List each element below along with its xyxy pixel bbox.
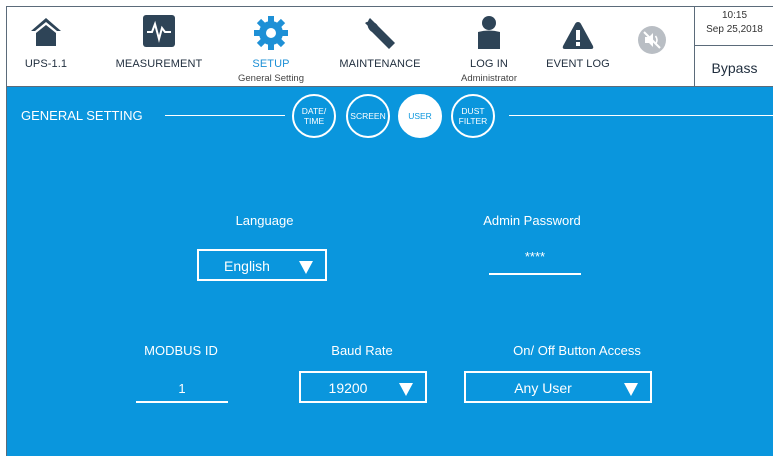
section-line-left	[165, 115, 285, 116]
chevron-down-icon	[624, 383, 638, 396]
tab-user[interactable]: USER	[398, 94, 442, 138]
admin-password-label: Admin Password	[483, 213, 581, 228]
waveform-icon	[143, 15, 175, 52]
nav-ups[interactable]: UPS-1.1	[11, 7, 81, 87]
nav-measurement-label: MEASUREMENT	[115, 58, 203, 70]
nav-login-label: LOG IN	[470, 58, 508, 70]
user-icon	[475, 15, 503, 56]
nav-measurement[interactable]: MEASUREMENT	[107, 7, 211, 87]
language-label: Language	[235, 213, 294, 228]
section-line-right	[509, 115, 773, 116]
clock-date: Sep 25,2018	[706, 24, 763, 35]
warning-icon	[562, 20, 594, 55]
nav-setup-label: SETUP	[252, 58, 290, 70]
status-box: 10:15 Sep 25,2018 Bypass	[694, 7, 773, 87]
nav-maintenance[interactable]: MAINTENANCE	[335, 7, 425, 87]
nav-ups-label: UPS-1.1	[24, 58, 68, 70]
onoff-access-value: Any User	[514, 380, 572, 396]
baud-rate-label: Baud Rate	[331, 343, 393, 358]
gear-icon	[253, 15, 289, 56]
modbus-id-label: MODBUS ID	[144, 343, 218, 358]
tab-date-time[interactable]: DATE/TIME	[292, 94, 336, 138]
nav-maintenance-label: MAINTENANCE	[339, 58, 421, 70]
nav-event-log-label: EVENT LOG	[546, 58, 610, 70]
modbus-id-field[interactable]: 1	[136, 373, 228, 403]
home-icon	[29, 15, 63, 54]
top-navigation: UPS-1.1 MEASUREMENT SETUP General Settin…	[7, 7, 773, 87]
operation-mode: Bypass	[711, 60, 758, 76]
app-window: UPS-1.1 MEASUREMENT SETUP General Settin…	[6, 6, 773, 456]
section-title: GENERAL SETTING	[21, 108, 143, 123]
mute-button[interactable]	[637, 25, 667, 55]
nav-setup[interactable]: SETUP General Setting	[231, 7, 311, 87]
clock-time: 10:15	[721, 10, 748, 21]
mute-icon	[638, 26, 666, 54]
nav-login[interactable]: LOG IN Administrator	[447, 7, 531, 87]
nav-login-sublabel: Administrator	[461, 73, 517, 84]
onoff-access-dropdown[interactable]: Any User	[464, 371, 652, 403]
settings-panel: GENERAL SETTING DATE/TIME SCREEN USER DU…	[7, 87, 773, 456]
onoff-access-label: On/ Off Button Access	[513, 343, 641, 358]
language-dropdown[interactable]: English	[197, 249, 327, 281]
admin-password-field[interactable]: ****	[489, 241, 581, 275]
chevron-down-icon	[299, 261, 313, 274]
nav-setup-sublabel: General Setting	[237, 73, 304, 84]
nav-event-log[interactable]: EVENT LOG	[537, 7, 619, 87]
tab-screen[interactable]: SCREEN	[346, 94, 390, 138]
status-divider	[695, 45, 773, 46]
wrench-icon	[362, 15, 398, 56]
chevron-down-icon	[399, 383, 413, 396]
baud-rate-value: 19200	[328, 380, 368, 396]
language-value: English	[224, 258, 270, 274]
tab-dust-filter[interactable]: DUST FILTER	[451, 94, 495, 138]
baud-rate-dropdown[interactable]: 19200	[299, 371, 427, 403]
